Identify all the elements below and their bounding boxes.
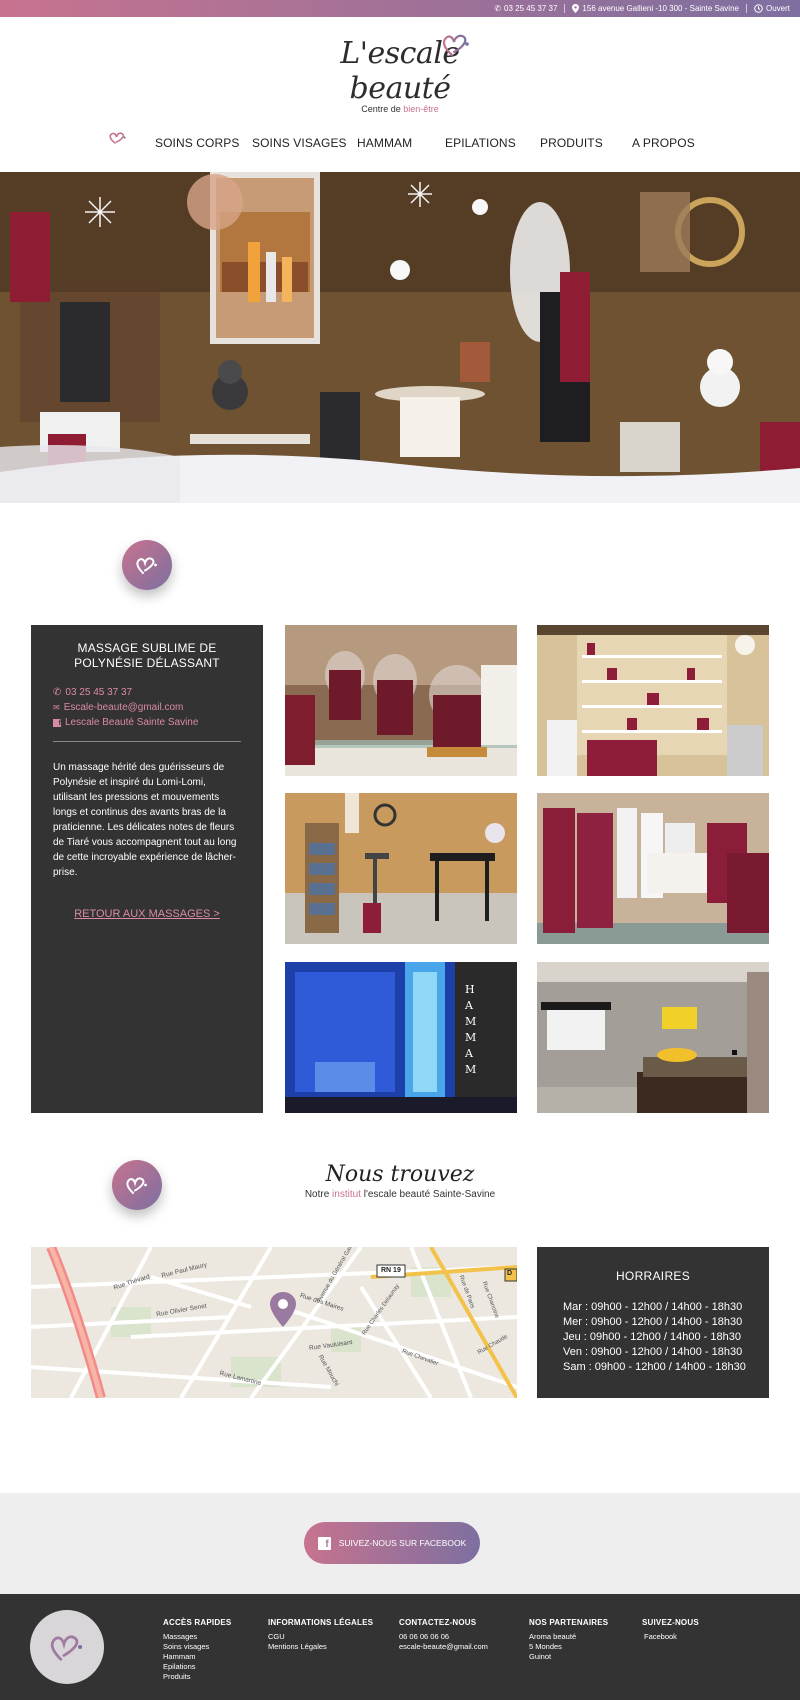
footer-column-quick-access: ACCÈS RAPIDES Massages Soins visages Ham… [163,1618,232,1682]
footer-link[interactable]: Massages [163,1632,231,1642]
facebook-follow-button[interactable]: f SUIVEZ-NOUS SUR FACEBOOK [304,1522,480,1564]
service-facebook[interactable]: f Lescale Beauté Sainte Savine [53,715,241,730]
footer-logo-badge[interactable] [30,1610,104,1684]
footer-link[interactable]: 5 Mondes [529,1642,608,1652]
gallery-photo-candles[interactable] [285,625,517,776]
photo-candles [285,625,517,776]
service-title: MASSAGE SUBLIME DE POLYNÉSIE DÉLASSANT [74,641,220,670]
service-phone[interactable]: ✆ 03 25 45 37 37 [53,685,241,700]
hero-illustration [0,172,800,503]
photo-desk [285,793,517,944]
hours-row: Mer : 09h00 - 12h00 / 14h00 - 18h30 [563,1316,743,1328]
footer-column-partners: NOS PARTENAIRES Aroma beauté 5 Mondes Gu… [529,1618,609,1662]
clock-icon [754,4,763,13]
nav-item-hammam[interactable]: HAMMAM [357,136,412,150]
service-description: Un massage hérité des guérisseurs de Pol… [53,762,237,878]
footer-column-follow: SUIVEZ-NOUS Facebook [642,1618,699,1642]
photo-products [537,793,769,944]
hours-row: Jeu : 09h00 - 12h00 / 14h00 - 18h30 [563,1331,741,1343]
map-streets [31,1247,517,1398]
back-to-massages-link[interactable]: RETOUR AUX MASSAGES > [31,908,263,920]
map-road-badge: D [507,1270,513,1277]
service-detail-panel: MASSAGE SUBLIME DE POLYNÉSIE DÉLASSANT ✆… [31,625,263,1113]
gallery-photo-desk[interactable] [285,793,517,944]
gallery-photo-shelves[interactable] [537,625,769,776]
footer-link[interactable]: CGU [268,1632,373,1642]
opening-hours-panel: HORRAIRES Mar : 09h00 - 12h00 / 14h00 - … [537,1247,769,1398]
hammam-sign-letters: HAMMAM [465,983,479,1076]
nav-item-epilations[interactable]: EPILATIONS [445,136,516,150]
footer-link[interactable]: Aroma beauté [529,1632,608,1642]
footer-link[interactable]: Hammam [163,1652,231,1662]
find-us-title: Nous trouvez [325,1162,475,1187]
hours-row: Ven : 09h00 - 12h00 / 14h00 - 18h30 [563,1346,743,1358]
footer-link[interactable]: Produits [163,1672,231,1682]
location-map[interactable]: Rue Thévard Rue Paul Maury Rue Olivier S… [31,1247,517,1398]
footer-link[interactable]: 06 06 06 06 06 [399,1632,488,1642]
gallery-photo-products[interactable] [537,793,769,944]
footer-link[interactable]: Facebook [642,1632,699,1642]
address-contact[interactable]: 156 avenue Gallieni -10 300 - Sainte Sav… [572,4,739,13]
hero-shop-window-image [0,172,800,503]
heart-logo-icon [50,1635,83,1661]
top-bar: ✆ 03 25 45 37 37 156 avenue Gallieni -10… [0,0,800,17]
nav-item-soins-corps[interactable]: SOINS CORPS [155,136,239,150]
divider [745,4,747,13]
home-heart-icon[interactable] [108,131,128,145]
main-navigation: SOINS CORPS SOINS VISAGES HAMMAM EPILATI… [0,122,800,162]
hours-list: Mar : 09h00 - 12h00 / 14h00 - 18h30 Mer … [537,1300,769,1375]
gallery-photo-treatment-room[interactable] [537,962,769,1113]
hours-row: Mar : 09h00 - 12h00 / 14h00 - 18h30 [563,1301,743,1313]
footer-link[interactable]: Soins visages [163,1642,231,1652]
nav-item-a-propos[interactable]: A PROPOS [632,136,695,150]
facebook-icon: f [317,1536,331,1550]
photo-shelves [537,625,769,776]
site-footer: ACCÈS RAPIDES Massages Soins visages Ham… [0,1594,800,1700]
footer-link[interactable]: Mentions Légales [268,1642,373,1652]
site-logo[interactable]: L'escale beauté Centre de bien-être [300,34,500,114]
nav-item-produits[interactable]: PRODUITS [540,136,603,150]
footer-link[interactable]: escale-beaute@gmail.com [399,1642,488,1652]
logo-heart-icon [442,34,469,57]
hours-row: Sam : 09h00 - 12h00 / 14h00 - 18h30 [563,1361,746,1373]
footer-link[interactable]: Guinot [529,1652,608,1662]
photo-hammam [285,962,517,1113]
map-road-badge: RN 19 [381,1267,401,1274]
service-contact: ✆ 03 25 45 37 37 ✉ Escale-beaute@gmail.com… [53,685,241,730]
section-heart-badge [112,1160,162,1210]
opening-status: Ouvert [754,4,790,13]
photo-treatment-room [537,962,769,1113]
logo-subtitle: Centre de bien-être [361,104,439,114]
phone-icon: ✆ [53,687,62,698]
phone-icon: ✆ [494,4,502,13]
footer-column-contact: CONTACTEZ-NOUS 06 06 06 06 06 escale-bea… [399,1618,488,1652]
facebook-icon: f [53,718,61,727]
divider [564,4,566,13]
section-heart-badge [122,540,172,590]
heart-logo-icon [136,557,157,574]
footer-link[interactable]: Epilations [163,1662,231,1672]
divider [53,741,241,742]
nav-item-soins-visages[interactable]: SOINS VISAGES [252,136,347,150]
location-pin-icon [572,4,580,13]
footer-column-legal: INFORMATIONS LÉGALES CGU Mentions Légale… [268,1618,374,1652]
heart-logo-icon [126,1177,147,1194]
service-email[interactable]: ✉ Escale-beaute@gmail.com [53,700,241,715]
phone-contact[interactable]: ✆ 03 25 45 37 37 [494,4,557,13]
gallery-photo-hammam[interactable]: HAMMAM [285,962,517,1113]
mail-icon: ✉ [53,703,60,712]
find-us-subtitle: Notre institut l'escale beauté Sainte-Sa… [304,1189,496,1200]
hours-title: HORRAIRES [615,1269,691,1283]
